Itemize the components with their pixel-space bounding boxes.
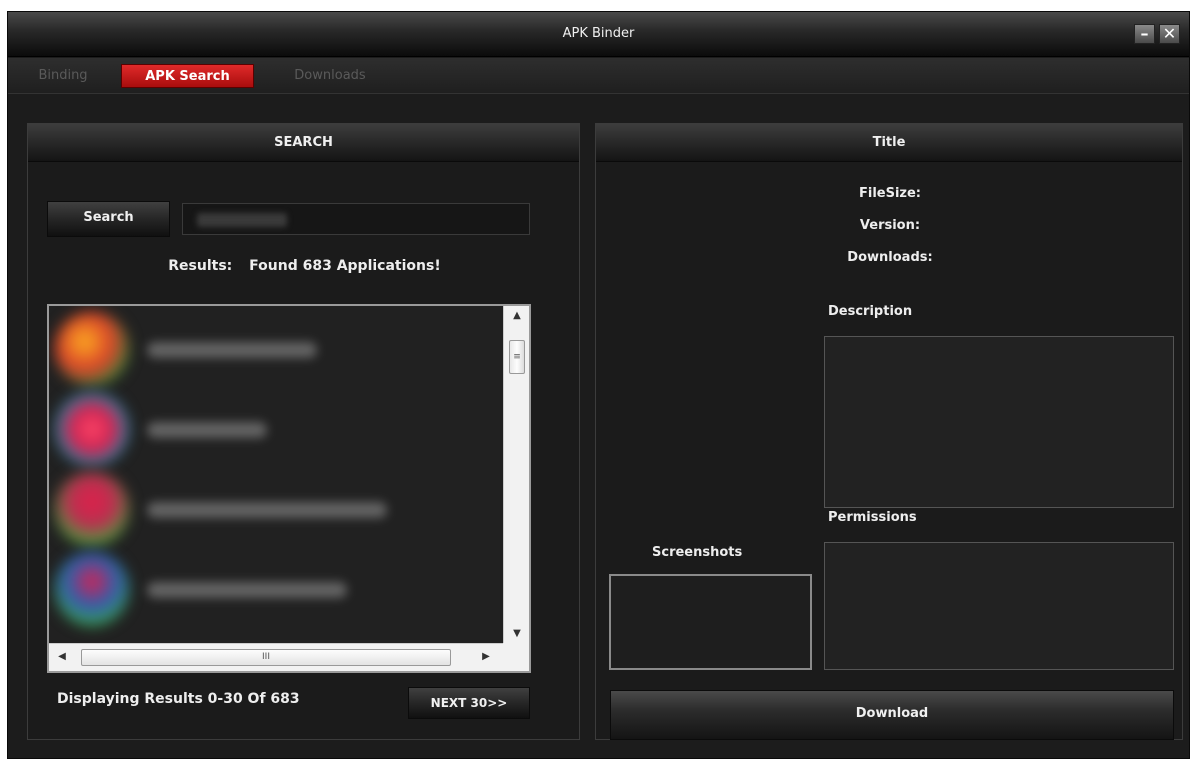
results-count-text: Found 683 Applications! [249,258,441,274]
vertical-scrollbar[interactable]: ▲ ≡ ▼ [503,306,529,643]
permissions-box[interactable] [824,542,1174,670]
app-name [147,342,317,358]
description-label: Description [828,304,913,319]
search-panel-header: SEARCH [28,124,579,162]
horizontal-scrollbar[interactable]: ◀ III ▶ [49,643,529,671]
list-item[interactable] [49,546,499,626]
app-icon [55,312,129,386]
app-title-header: Title [596,124,1182,162]
app-name [147,582,347,598]
download-button[interactable]: Download [610,690,1174,740]
scroll-corner [503,643,529,671]
app-icon [55,552,129,626]
horizontal-scroll-thumb[interactable]: III [81,649,451,666]
search-button[interactable]: Search [47,201,170,237]
tab-downloads[interactable]: Downloads [280,64,380,88]
screenshots-label: Screenshots [652,545,743,560]
vertical-scroll-thumb[interactable]: ≡ [509,340,525,374]
search-input[interactable] [182,203,530,235]
tab-binding[interactable]: Binding [28,64,98,88]
app-icon [55,472,129,546]
tab-bar: Binding APK Search Downloads [8,58,1189,94]
results-summary: Results: Found 683 Applications! [28,258,581,274]
title-bar[interactable]: APK Binder – ✕ [8,12,1189,57]
scroll-left-icon[interactable]: ◀ [55,651,69,662]
search-panel: SEARCH Search Results: Found 683 Applica… [27,123,580,740]
next-page-button[interactable]: NEXT 30>> [408,687,530,719]
minimize-icon[interactable]: – [1134,24,1155,44]
app-window: APK Binder – ✕ Binding APK Search Downlo… [7,11,1190,759]
permissions-label: Permissions [828,510,917,525]
version-label: Version: [859,218,921,233]
scroll-down-icon[interactable]: ▼ [504,628,529,639]
description-box[interactable] [824,336,1174,508]
results-list[interactable]: ▲ ≡ ▼ ◀ III ▶ [47,304,531,673]
list-item[interactable] [49,386,499,466]
detail-panel: Title FileSize: Version: Downloads: Desc… [595,123,1183,740]
app-name [147,422,267,438]
scroll-up-icon[interactable]: ▲ [504,310,529,321]
app-name [147,502,387,518]
app-icon [55,392,129,466]
search-input-text [197,213,287,227]
pagination-text: Displaying Results 0-30 Of 683 [57,691,300,707]
list-item[interactable] [49,466,499,546]
screenshots-box[interactable] [609,574,812,670]
list-item[interactable] [49,306,499,386]
window-title: APK Binder [562,26,635,41]
tab-apk-search[interactable]: APK Search [121,64,254,88]
scroll-right-icon[interactable]: ▶ [479,651,493,662]
filesize-label: FileSize: [858,186,921,201]
results-label: Results: [168,258,233,274]
downloads-label: Downloads: [847,250,933,265]
close-icon[interactable]: ✕ [1159,24,1180,44]
